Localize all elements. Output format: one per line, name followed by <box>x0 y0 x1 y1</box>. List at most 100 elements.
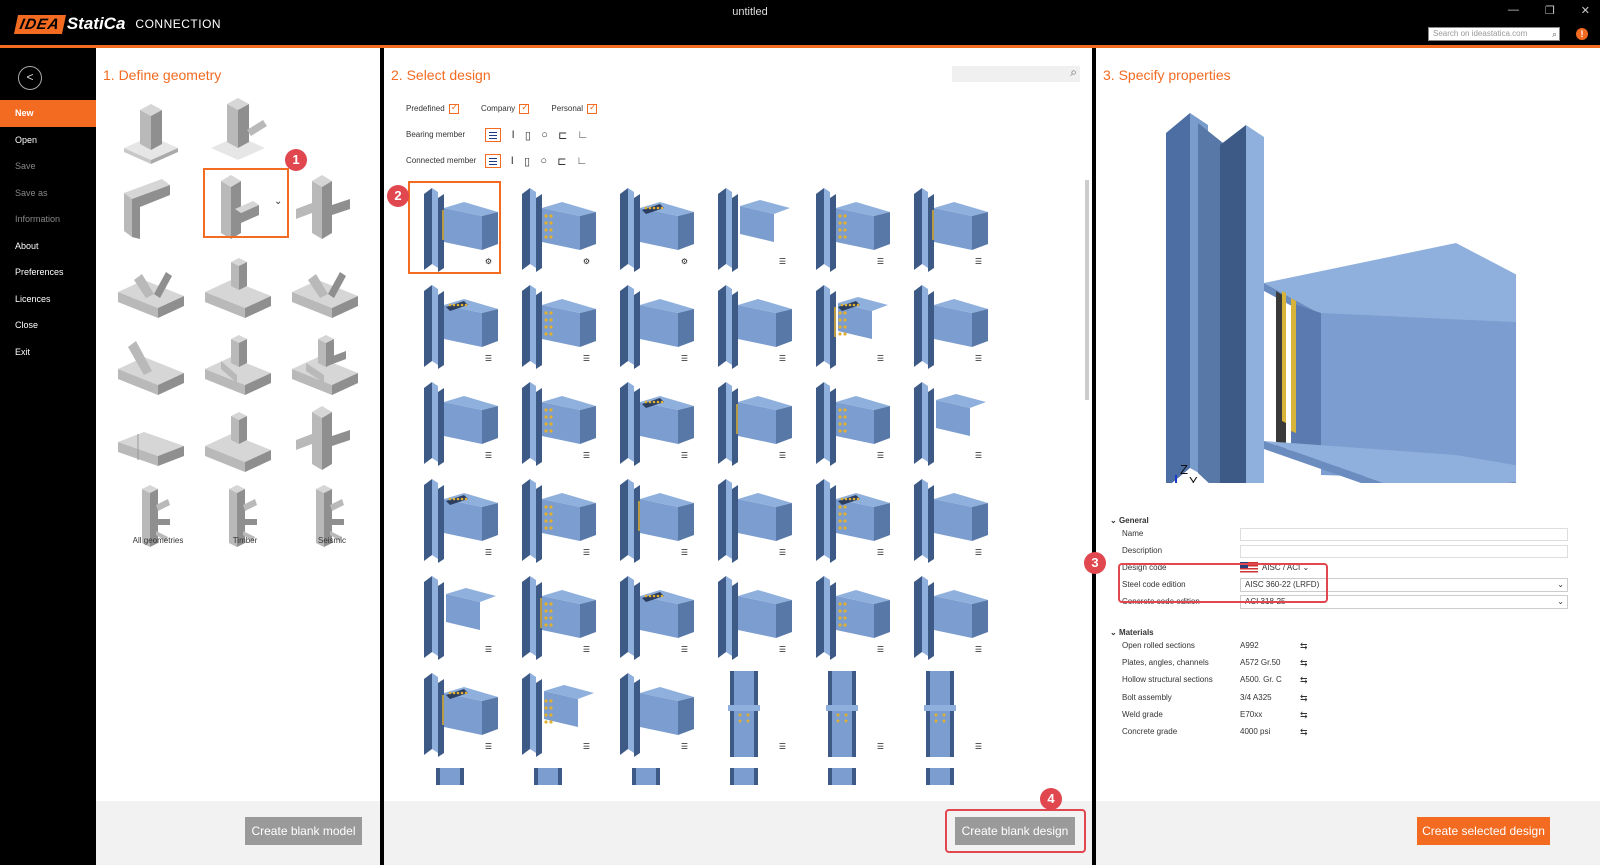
design-template-13[interactable]: ☰ <box>410 378 500 468</box>
design-template-29[interactable]: ☰ <box>802 572 892 662</box>
design-template-7[interactable]: ☰ <box>410 281 500 371</box>
chevron-down-icon[interactable]: ⌄ <box>274 196 282 207</box>
restore-icon[interactable]: ❐ <box>1545 4 1555 17</box>
personal-checkbox[interactable] <box>587 102 597 114</box>
geometry-tile-base-plate-brace[interactable] <box>201 96 275 170</box>
material-value[interactable]: A992 <box>1240 638 1259 654</box>
geometry-tile-beam-splice[interactable] <box>114 404 188 478</box>
sidebar-item-save[interactable]: Save <box>0 153 96 180</box>
geometry-tile-cross-joint[interactable] <box>288 173 362 247</box>
geometry-tile-beam-cross[interactable] <box>288 404 362 478</box>
design-search-input[interactable]: ⌕ <box>952 65 1080 82</box>
geometry-tile-base-plate[interactable] <box>114 96 188 170</box>
info-icon[interactable]: ! <box>1576 28 1588 40</box>
geometry-tile-beam-tee[interactable] <box>201 404 275 478</box>
swap-material-icon[interactable]: ⇆ <box>1300 655 1308 671</box>
design-template-21[interactable]: ☰ <box>606 475 696 565</box>
angle-section-icon[interactable]: ∟ <box>578 129 589 141</box>
close-window-icon[interactable]: ✕ <box>1581 4 1590 17</box>
design-scrollbar[interactable] <box>1085 180 1089 400</box>
design-template-27[interactable]: ☰ <box>606 572 696 662</box>
design-template-24[interactable]: ☰ <box>900 475 990 565</box>
channel-section-icon[interactable]: ⊏ <box>557 155 566 168</box>
swap-material-icon[interactable]: ⇆ <box>1300 672 1308 688</box>
sidebar-item-save-as[interactable]: Save as <box>0 180 96 207</box>
design-template-26[interactable]: ☰ <box>508 572 598 662</box>
materials-section-header[interactable]: ⌄ Materials <box>1110 628 1154 637</box>
design-template-19[interactable]: ☰ <box>410 475 500 565</box>
design-template-4[interactable]: ☰ <box>704 184 794 274</box>
predefined-checkbox[interactable] <box>448 102 459 114</box>
web-search-input[interactable]: Search on ideastatica.com ⌕ <box>1428 27 1560 41</box>
channel-section-icon[interactable]: ⊏ <box>558 129 567 142</box>
sidebar-item-close[interactable]: Close <box>0 312 96 339</box>
sidebar-item-licences[interactable]: Licences <box>0 286 96 313</box>
material-value[interactable]: 4000 psi <box>1240 724 1270 740</box>
design-template-8[interactable]: ☰ <box>508 281 598 371</box>
design-template-36[interactable]: ☰ <box>900 669 990 759</box>
geometry-tile-single-brace[interactable] <box>114 327 188 401</box>
design-template-2[interactable]: ⚙ <box>508 184 598 274</box>
sidebar-item-about[interactable]: About <box>0 233 96 260</box>
name-field[interactable] <box>1240 528 1568 541</box>
design-template-5[interactable]: ☰ <box>802 184 892 274</box>
sidebar-item-exit[interactable]: Exit <box>0 339 96 366</box>
design-template-32[interactable]: ☰ <box>508 669 598 759</box>
geometry-tile-v-brace[interactable] <box>114 250 188 324</box>
design-template-30[interactable]: ☰ <box>900 572 990 662</box>
minimize-icon[interactable]: — <box>1508 4 1519 17</box>
swap-material-icon[interactable]: ⇆ <box>1300 690 1308 706</box>
geometry-tile-beam-post[interactable] <box>201 250 275 324</box>
create-selected-design-button[interactable]: Create selected design <box>1417 817 1550 845</box>
design-template-23[interactable]: ☰ <box>802 475 892 565</box>
design-template-33[interactable]: ☰ <box>606 669 696 759</box>
design-template-16[interactable]: ☰ <box>704 378 794 468</box>
material-value[interactable]: E70xx <box>1240 707 1262 723</box>
design-template-22[interactable]: ☰ <box>704 475 794 565</box>
sidebar-item-preferences[interactable]: Preferences <box>0 259 96 286</box>
material-value[interactable]: A500. Gr. C <box>1240 672 1282 688</box>
swap-material-icon[interactable]: ⇆ <box>1300 724 1308 740</box>
design-template-28[interactable]: ☰ <box>704 572 794 662</box>
description-field[interactable] <box>1240 545 1568 558</box>
design-template-6[interactable]: ☰ <box>900 184 990 274</box>
swap-material-icon[interactable]: ⇆ <box>1300 638 1308 654</box>
sidebar-item-new[interactable]: New <box>0 100 96 127</box>
design-template-15[interactable]: ☰ <box>606 378 696 468</box>
design-template-12[interactable]: ☰ <box>900 281 990 371</box>
sidebar-item-open[interactable]: Open <box>0 127 96 154</box>
geometry-tile-side-brace[interactable] <box>201 327 275 401</box>
angle-section-icon[interactable]: ∟ <box>577 155 588 167</box>
design-template-17[interactable]: ☰ <box>802 378 892 468</box>
material-value[interactable]: 3/4 A325 <box>1240 690 1272 706</box>
list-filter-icon[interactable] <box>485 128 502 142</box>
company-checkbox[interactable] <box>519 102 530 114</box>
design-template-20[interactable]: ☰ <box>508 475 598 565</box>
geometry-tile-double-v[interactable] <box>288 250 362 324</box>
design-template-3[interactable]: ⚙ <box>606 184 696 274</box>
geometry-tile-cross-brace[interactable] <box>288 327 362 401</box>
rect-section-icon[interactable]: ▯ <box>525 129 531 142</box>
design-template-35[interactable]: ☰ <box>802 669 892 759</box>
material-value[interactable]: A572 Gr.50 <box>1240 655 1280 671</box>
design-template-39[interactable] <box>606 766 696 785</box>
design-template-11[interactable]: ☰ <box>802 281 892 371</box>
design-template-40[interactable] <box>704 766 794 785</box>
design-template-14[interactable]: ☰ <box>508 378 598 468</box>
design-template-38[interactable] <box>508 766 598 785</box>
design-template-9[interactable]: ☰ <box>606 281 696 371</box>
i-beam-icon[interactable]: I <box>512 129 515 141</box>
connection-3d-preview[interactable]: Z Y X <box>1156 103 1590 518</box>
circle-section-icon[interactable]: ○ <box>541 129 548 141</box>
sidebar-item-information[interactable]: Information <box>0 206 96 233</box>
design-template-34[interactable]: ☰ <box>704 669 794 759</box>
general-section-header[interactable]: ⌄ General <box>1110 516 1149 525</box>
design-template-41[interactable] <box>802 766 892 785</box>
back-arrow-icon[interactable]: < <box>18 66 42 90</box>
design-template-18[interactable]: ☰ <box>900 378 990 468</box>
design-template-10[interactable]: ☰ <box>704 281 794 371</box>
rect-section-icon[interactable]: ▯ <box>524 155 530 168</box>
design-template-31[interactable]: ☰ <box>410 669 500 759</box>
create-blank-model-button[interactable]: Create blank model <box>245 817 362 845</box>
design-template-42[interactable] <box>900 766 990 785</box>
